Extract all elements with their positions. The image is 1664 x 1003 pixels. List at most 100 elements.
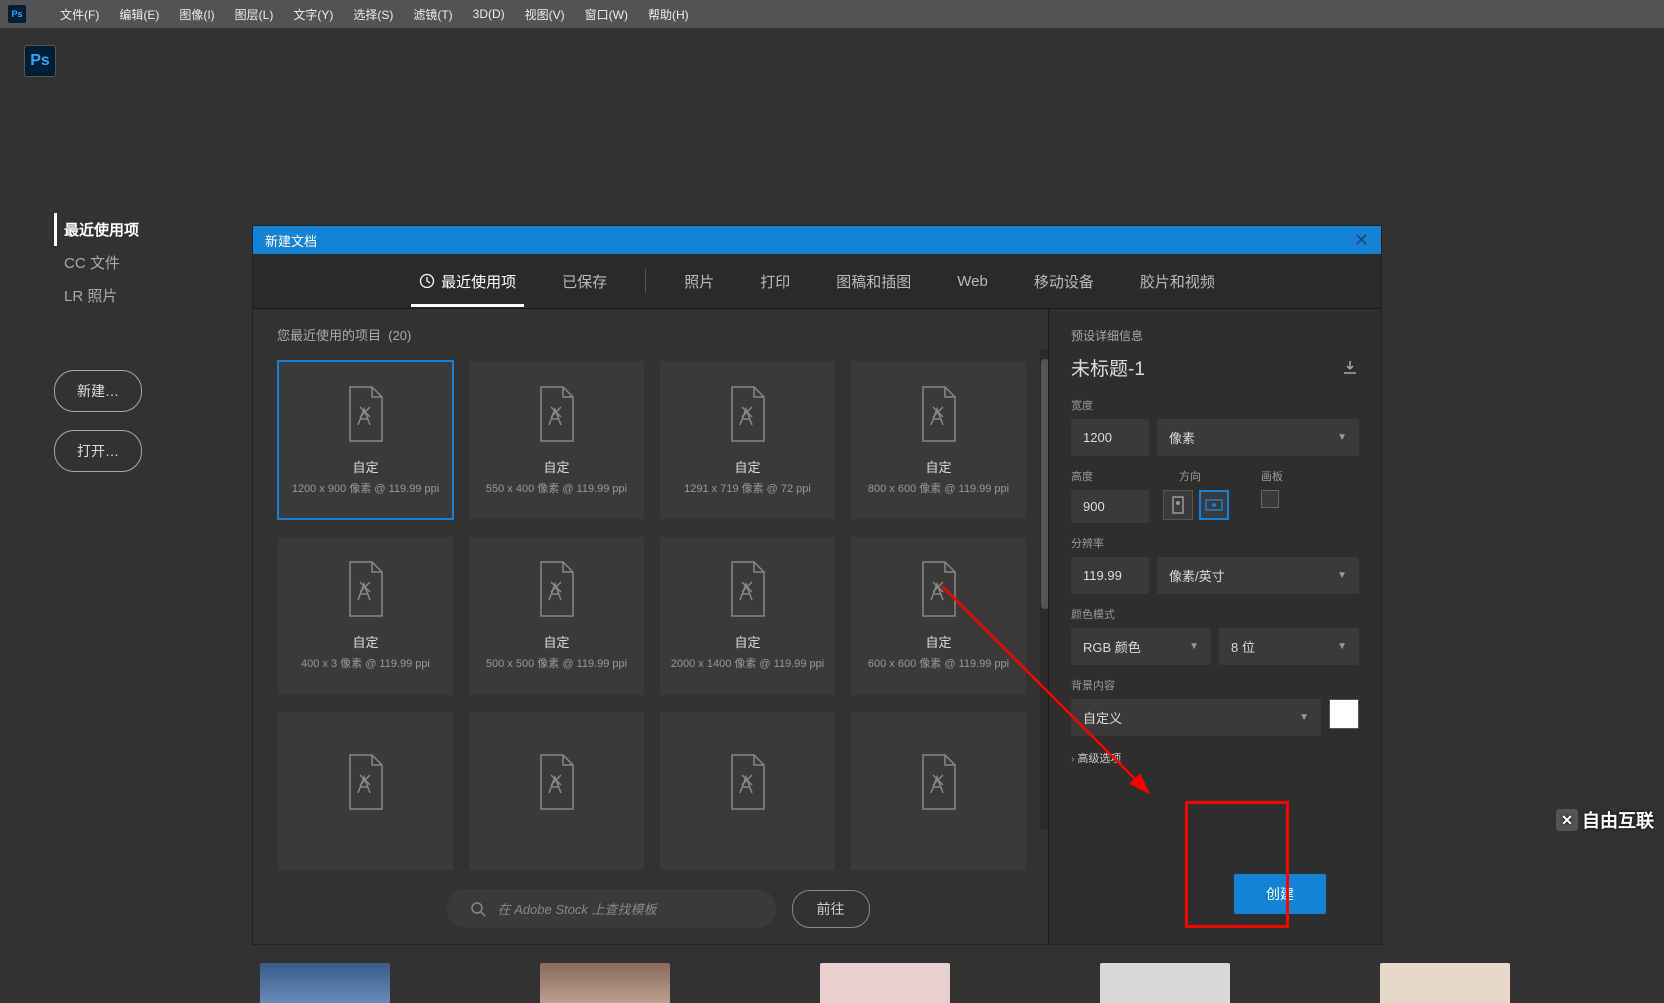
color-mode-label: 颜色模式 — [1071, 606, 1359, 622]
background-color-swatch[interactable] — [1329, 699, 1359, 729]
dialog-titlebar[interactable]: 新建文档 ✕ — [253, 226, 1381, 254]
thumb[interactable] — [1100, 963, 1230, 1003]
thumb[interactable] — [260, 963, 390, 1003]
menu-image[interactable]: 图像(I) — [169, 6, 224, 23]
download-preset-icon[interactable] — [1341, 359, 1359, 377]
stock-search-input[interactable]: 在 Adobe Stock 上查找模板 — [446, 889, 776, 928]
preset-card[interactable]: 自定 2000 x 1400 像素 @ 119.99 ppi — [659, 536, 836, 696]
chevron-down-icon: ▼ — [1299, 712, 1309, 723]
tab-mobile[interactable]: 移动设备 — [1026, 256, 1102, 307]
menu-filter[interactable]: 滤镜(T) — [403, 6, 462, 23]
artboard-checkbox[interactable] — [1261, 490, 1279, 508]
menu-3d[interactable]: 3D(D) — [463, 7, 515, 21]
clock-icon — [419, 273, 435, 289]
tab-label: 最近使用项 — [441, 271, 516, 292]
thumb[interactable] — [820, 963, 950, 1003]
card-subtitle: 800 x 600 像素 @ 119.99 ppi — [868, 480, 1009, 496]
menu-file[interactable]: 文件(F) — [50, 6, 109, 23]
orientation-portrait-button[interactable] — [1163, 490, 1193, 520]
card-subtitle: 600 x 600 像素 @ 119.99 ppi — [868, 655, 1009, 671]
height-label: 高度 — [1071, 468, 1149, 484]
search-row: 在 Adobe Stock 上查找模板 前往 — [277, 889, 1038, 928]
card-subtitle: 1200 x 900 像素 @ 119.99 ppi — [292, 480, 439, 496]
bit-depth-select[interactable]: 8 位▼ — [1219, 628, 1359, 665]
menu-window[interactable]: 窗口(W) — [575, 6, 638, 23]
tab-web[interactable]: Web — [949, 258, 996, 305]
close-icon[interactable]: ✕ — [1354, 230, 1369, 251]
card-subtitle: 2000 x 1400 像素 @ 119.99 ppi — [671, 655, 824, 671]
create-button[interactable]: 创建 — [1234, 874, 1326, 914]
tab-saved[interactable]: 已保存 — [554, 256, 615, 307]
preset-card[interactable]: 自定 1291 x 719 像素 @ 72 ppi — [659, 360, 836, 520]
search-placeholder: 在 Adobe Stock 上查找模板 — [498, 899, 657, 918]
document-icon — [915, 560, 963, 618]
thumb[interactable] — [540, 963, 670, 1003]
document-icon — [533, 753, 581, 811]
preset-panel: 您最近使用的项目 (20) 自定 1200 x 900 像素 @ 119.99 … — [253, 309, 1048, 944]
artboard-label: 画板 — [1261, 468, 1283, 484]
recent-thumbs-row — [260, 963, 1510, 1003]
card-title: 自定 — [925, 632, 951, 651]
watermark: ✕ 自由互联 — [1556, 807, 1654, 833]
menubar: Ps 文件(F) 编辑(E) 图像(I) 图层(L) 文字(Y) 选择(S) 滤… — [0, 0, 1664, 28]
dialog-tabs: 最近使用项 已保存 照片 打印 图稿和插图 Web 移动设备 胶片和视频 — [253, 254, 1381, 309]
document-name[interactable]: 未标题-1 — [1071, 354, 1359, 381]
thumb[interactable] — [1380, 963, 1510, 1003]
tab-print[interactable]: 打印 — [752, 256, 798, 307]
open-button[interactable]: 打开… — [54, 430, 142, 472]
orientation-landscape-button[interactable] — [1199, 490, 1229, 520]
home-sidebar: 最近使用项 CC 文件 LR 照片 新建… 打开… — [54, 213, 194, 472]
sidebar-item-lr-photos[interactable]: LR 照片 — [54, 279, 194, 312]
document-icon — [724, 385, 772, 443]
width-unit-select[interactable]: 像素▼ — [1157, 419, 1359, 456]
tab-recent[interactable]: 最近使用项 — [411, 256, 524, 307]
menu-select[interactable]: 选择(S) — [343, 6, 403, 23]
preset-card[interactable]: 自定 400 x 3 像素 @ 119.99 ppi — [277, 536, 454, 696]
resolution-label: 分辨率 — [1071, 535, 1359, 551]
menu-type[interactable]: 文字(Y) — [283, 6, 343, 23]
document-icon — [724, 560, 772, 618]
menu-edit[interactable]: 编辑(E) — [109, 6, 169, 23]
width-input[interactable] — [1071, 419, 1149, 456]
document-icon — [533, 560, 581, 618]
preset-card[interactable]: 自定 550 x 400 像素 @ 119.99 ppi — [468, 360, 645, 520]
new-button[interactable]: 新建… — [54, 370, 142, 412]
main-area: 最近使用项 CC 文件 LR 照片 新建… 打开… 新建文档 ✕ 最近使用项 已… — [0, 93, 1664, 1003]
chevron-down-icon: ▼ — [1189, 641, 1199, 652]
sidebar-item-cc-files[interactable]: CC 文件 — [54, 246, 194, 279]
tab-photo[interactable]: 照片 — [676, 256, 722, 307]
color-mode-select[interactable]: RGB 颜色▼ — [1071, 628, 1211, 665]
preset-card[interactable]: 自定 800 x 600 像素 @ 119.99 ppi — [850, 360, 1027, 520]
preset-card[interactable]: 自定 500 x 500 像素 @ 119.99 ppi — [468, 536, 645, 696]
toolbar: Ps — [0, 28, 1664, 93]
tab-illustration[interactable]: 图稿和插图 — [828, 256, 919, 307]
menu-view[interactable]: 视图(V) — [515, 6, 575, 23]
preset-card[interactable] — [659, 711, 836, 871]
orientation-label: 方向 — [1179, 468, 1201, 484]
card-title: 自定 — [352, 457, 378, 476]
card-title: 自定 — [734, 632, 760, 651]
height-input[interactable] — [1071, 490, 1149, 523]
sidebar-item-recent[interactable]: 最近使用项 — [54, 213, 194, 246]
card-title: 自定 — [925, 457, 951, 476]
menu-help[interactable]: 帮助(H) — [638, 6, 699, 23]
document-icon — [915, 753, 963, 811]
search-go-button[interactable]: 前往 — [792, 890, 870, 928]
resolution-input[interactable] — [1071, 557, 1149, 594]
resolution-unit-select[interactable]: 像素/英寸▼ — [1157, 557, 1359, 594]
advanced-options-toggle[interactable]: › 高级选项 — [1071, 750, 1359, 766]
preset-card[interactable] — [468, 711, 645, 871]
tab-film[interactable]: 胶片和视频 — [1132, 256, 1223, 307]
preset-card[interactable] — [850, 711, 1027, 871]
chevron-down-icon: ▼ — [1337, 641, 1347, 652]
background-select[interactable]: 自定义▼ — [1071, 699, 1321, 736]
menu-layer[interactable]: 图层(L) — [225, 6, 284, 23]
search-icon — [470, 901, 486, 917]
card-title: 自定 — [352, 632, 378, 651]
document-icon — [342, 753, 390, 811]
card-subtitle: 1291 x 719 像素 @ 72 ppi — [684, 480, 811, 496]
preset-card[interactable]: 自定 1200 x 900 像素 @ 119.99 ppi — [277, 360, 454, 520]
preset-card[interactable]: 自定 600 x 600 像素 @ 119.99 ppi — [850, 536, 1027, 696]
preset-card[interactable] — [277, 711, 454, 871]
chevron-down-icon: ▼ — [1337, 570, 1347, 581]
